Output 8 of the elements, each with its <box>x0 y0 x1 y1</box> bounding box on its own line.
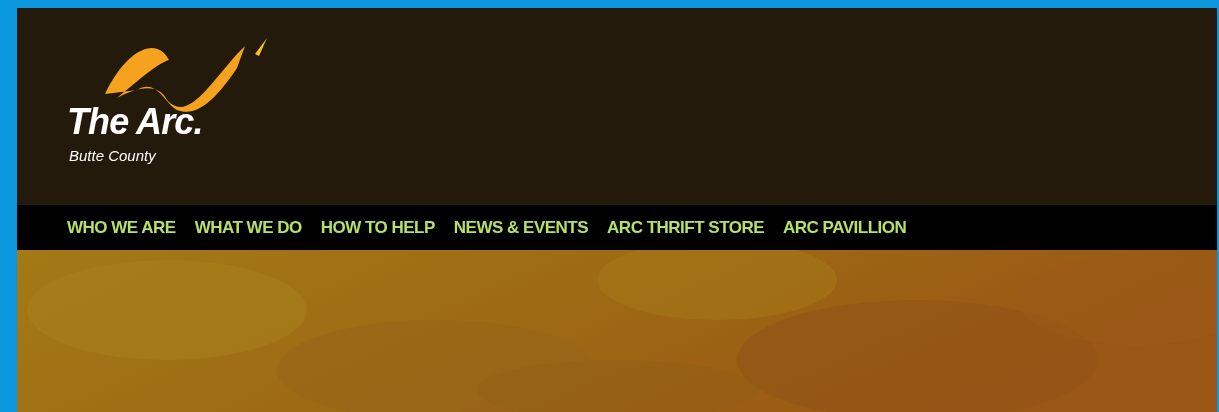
nav-link[interactable]: ARC THRIFT STORE <box>607 214 765 241</box>
nav-link[interactable]: WHO WE ARE <box>67 214 176 241</box>
logo-title: The Arc. <box>67 104 203 140</box>
nav-link[interactable]: ARC PAVILLION <box>783 214 907 241</box>
nav-link[interactable]: HOW TO HELP <box>320 214 435 241</box>
nav-link[interactable]: WHAT WE DO <box>194 214 302 241</box>
nav-link[interactable]: NEWS & EVENTS <box>453 214 589 241</box>
logo-subtitle: Butte County <box>69 148 156 163</box>
